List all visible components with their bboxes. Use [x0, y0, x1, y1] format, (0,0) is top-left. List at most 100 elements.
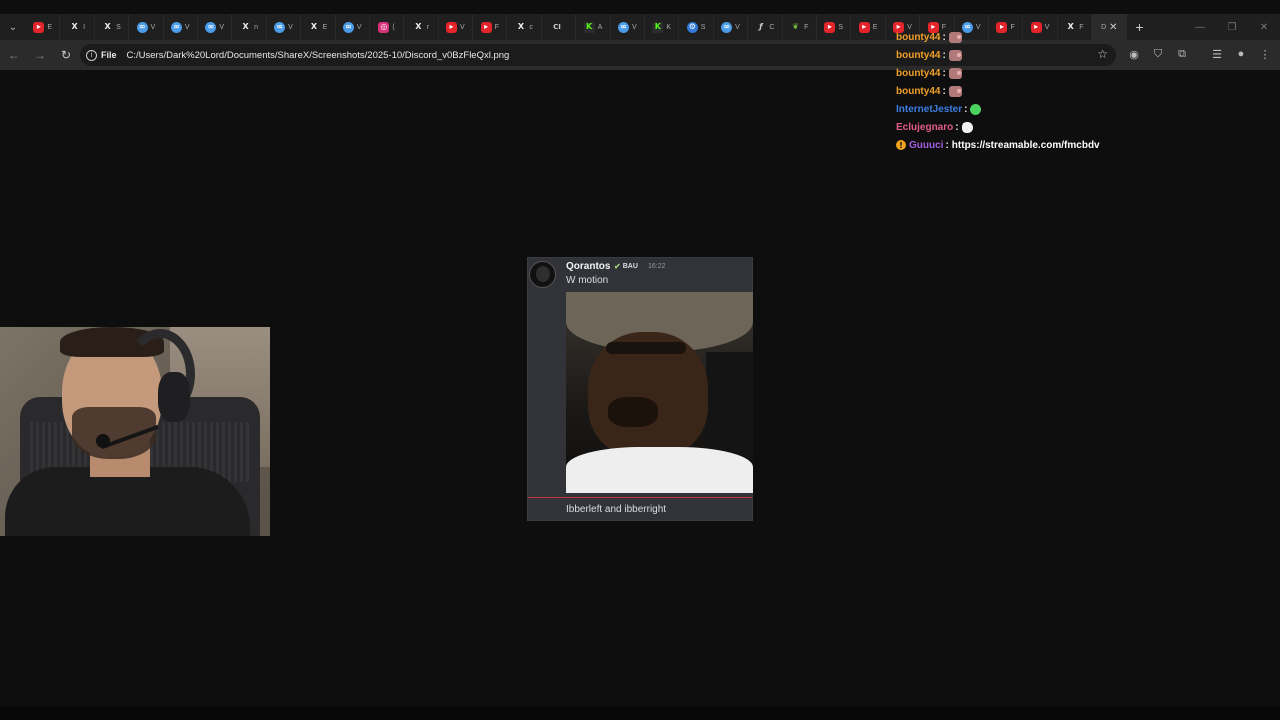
x-icon: X	[71, 22, 78, 31]
video-car-window	[706, 352, 753, 452]
browser-tab[interactable]: ▸ S	[817, 14, 852, 40]
browser-tab[interactable]: ∞ V	[198, 14, 233, 40]
tab-title: V	[150, 23, 156, 31]
browser-tab[interactable]: CI	[542, 14, 577, 40]
tab-title: c	[529, 23, 533, 31]
chat-username[interactable]: bounty44	[896, 50, 940, 61]
chat-username[interactable]: Eclujegnaro	[896, 122, 953, 133]
youtube-icon: ▸	[480, 21, 492, 33]
browser-tab[interactable]: ▸ E	[851, 14, 886, 40]
browser-tab[interactable]: XI	[60, 14, 95, 40]
chat-message: bounty44:	[896, 28, 1280, 46]
role-label: BAU	[622, 263, 638, 270]
browser-tab[interactable]: XE	[301, 14, 336, 40]
chat-colon: :	[964, 103, 968, 115]
stream-chat-overlay: bounty44: bounty44: bounty44: bounty44: Inte…	[896, 28, 1280, 154]
codex-icon: ∞	[618, 21, 629, 33]
browser-tab[interactable]: ◎(	[370, 14, 405, 40]
fist-emote	[961, 121, 973, 133]
chat-link[interactable]: https://streamable.com/fmcbdv	[952, 140, 1100, 151]
chat-username[interactable]: Guuuci	[909, 140, 943, 151]
pig-emote	[948, 85, 962, 97]
message-caption: Ibberleft and ibberright	[566, 504, 667, 515]
browser-tab[interactable]: KK	[645, 14, 680, 40]
browser-tab[interactable]: ∞ V	[164, 14, 198, 40]
chat-username[interactable]: bounty44	[896, 68, 940, 79]
chat-message: Eclujegnaro:	[896, 118, 1280, 136]
tab-title: V	[735, 23, 740, 31]
browser-tab[interactable]: ∞ V	[267, 14, 302, 40]
pig-emote	[948, 67, 962, 79]
codex-icon: ∞	[136, 21, 148, 33]
message-username[interactable]: Qorantos	[566, 261, 610, 272]
chat-colon: :	[942, 31, 946, 43]
video-beard	[608, 397, 658, 427]
chat-colon: :	[942, 85, 946, 97]
clip-icon: CI	[553, 22, 561, 31]
tab-title: A	[597, 23, 603, 31]
browser-tab[interactable]: ∞ V	[714, 14, 749, 40]
codex-icon: ∞	[205, 21, 217, 33]
chat-message: ! Guuuci: https://streamable.com/fmcbdv	[896, 136, 1280, 154]
kick-icon: K	[652, 21, 664, 33]
tab-title: r	[426, 23, 430, 31]
video-sunglasses	[606, 342, 686, 354]
discord-message: Qorantos ✔ BAU 16:22 W motion Ibberleft a…	[527, 257, 753, 521]
back-button[interactable]: ←	[2, 43, 26, 67]
tab-title: E	[322, 23, 328, 31]
browser-tab[interactable]: ƒC	[748, 14, 783, 40]
codex-icon: ∞	[342, 21, 354, 33]
message-video[interactable]	[566, 292, 753, 493]
browser-tab[interactable]: ∞ V	[611, 14, 646, 40]
tab-title: V	[460, 23, 465, 31]
tab-title: V	[288, 23, 293, 31]
tab-title: E	[872, 23, 878, 31]
message-text: W motion	[566, 275, 609, 286]
chat-message: bounty44:	[896, 46, 1280, 64]
tab-search-button[interactable]: ⌄	[0, 14, 26, 40]
chat-message: bounty44:	[896, 64, 1280, 82]
tab-title: V	[632, 23, 637, 31]
forward-button[interactable]: →	[28, 43, 52, 67]
pig-emote	[948, 49, 962, 61]
cam-body	[5, 467, 250, 536]
chat-username[interactable]: bounty44	[896, 32, 940, 43]
browser-tab[interactable]: ▸ F	[473, 14, 508, 40]
browser-tab[interactable]: Xn	[232, 14, 267, 40]
chat-colon: :	[955, 121, 959, 133]
codex-icon: ∞	[274, 21, 286, 33]
browser-tab[interactable]: ▸ V	[439, 14, 474, 40]
browser-tab[interactable]: XS	[95, 14, 130, 40]
chat-message: bounty44:	[896, 82, 1280, 100]
chat-username[interactable]: InternetJester	[896, 104, 962, 115]
role-tag: ✔ BAU	[614, 262, 638, 271]
x-icon: X	[242, 22, 249, 31]
browser-tab[interactable]: Xr	[404, 14, 439, 40]
browser-tab[interactable]: ⚙ S	[679, 14, 714, 40]
tab-title: S	[700, 23, 706, 31]
tab-title: F	[804, 23, 809, 31]
chat-username[interactable]: bounty44	[896, 86, 940, 97]
browser-tab[interactable]: ∞ V	[129, 14, 164, 40]
tab-title: V	[219, 23, 224, 31]
function-icon: ƒ	[759, 22, 763, 31]
browser-tab[interactable]: ∞ V	[336, 14, 370, 40]
x-icon: X	[104, 22, 111, 31]
reload-button[interactable]: ↻	[54, 43, 78, 67]
browser-tab[interactable]: ▸ E	[26, 14, 61, 40]
avatar[interactable]	[529, 261, 556, 288]
tab-title: I	[83, 23, 86, 31]
x-icon: X	[517, 22, 524, 31]
youtube-icon: ▸	[824, 21, 836, 33]
headset-earcup	[158, 372, 190, 422]
browser-tab[interactable]: Xc	[507, 14, 542, 40]
browser-tab[interactable]: ❦ F	[783, 14, 817, 40]
browser-tab[interactable]: KA	[576, 14, 611, 40]
tab-title: V	[184, 23, 190, 31]
url-text[interactable]: C:/Users/Dark%20Lord/Documents/ShareX/Sc…	[127, 50, 510, 61]
tab-title: E	[47, 23, 53, 31]
chat-colon: :	[942, 49, 946, 61]
instagram-icon: ◎	[378, 21, 390, 33]
youtube-icon: ▸	[33, 21, 45, 33]
info-icon[interactable]: i	[86, 49, 97, 61]
